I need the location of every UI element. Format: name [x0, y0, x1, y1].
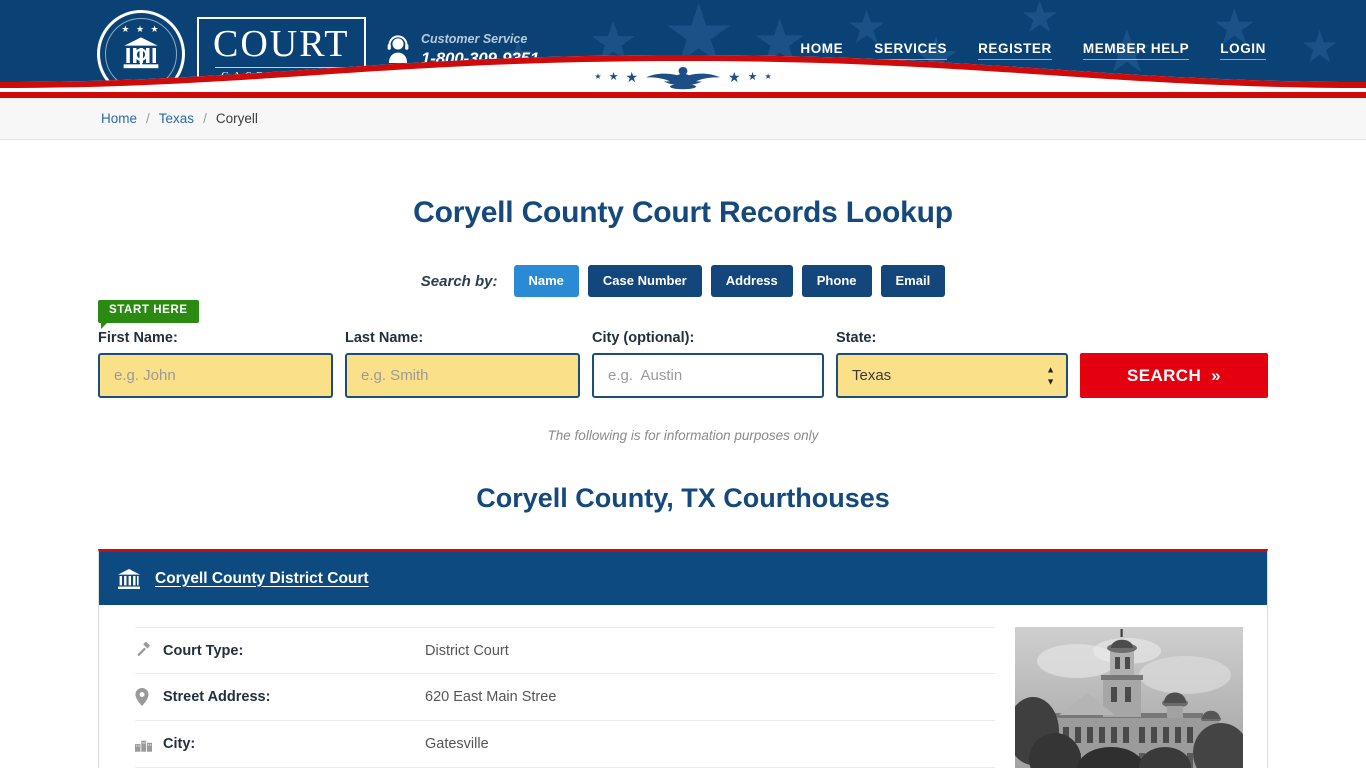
nav-services[interactable]: SERVICES: [874, 41, 948, 60]
breadcrumb-state[interactable]: Texas: [159, 111, 194, 126]
gavel-icon: [135, 642, 163, 659]
breadcrumb-home[interactable]: Home: [101, 111, 137, 126]
court-detail-list: Court Type: District Court Street Addres…: [99, 627, 1015, 768]
first-name-input[interactable]: [98, 353, 333, 398]
court-card-header: Coryell County District Court: [99, 552, 1267, 605]
disclaimer-text: The following is for information purpose…: [547, 428, 819, 443]
courthouse-glyph-icon: [123, 37, 159, 69]
breadcrumb-separator-1: /: [146, 111, 150, 126]
city-label: City (optional):: [592, 330, 695, 346]
breadcrumb: Home / Texas / Coryell: [101, 111, 258, 126]
tab-phone[interactable]: Phone: [801, 265, 872, 297]
chevron-updown-icon: ▲ ▼: [1046, 364, 1055, 386]
main-content: Coryell County Court Records Lookup Sear…: [0, 196, 1366, 768]
page-title: Coryell County Court Records Lookup: [413, 196, 953, 229]
courthouse-seal-icon: ★ ★ ★: [97, 10, 185, 92]
nav-login[interactable]: LOGIN: [1220, 41, 1266, 60]
last-name-field-group: Last Name:: [345, 330, 580, 398]
court-photo-column: [1015, 627, 1267, 768]
eagle-icon: [646, 67, 720, 90]
court-card-title-link[interactable]: Coryell County District Court: [155, 570, 369, 588]
section-title: Coryell County, TX Courthouses: [476, 483, 890, 513]
courthouse-photo: [1015, 627, 1243, 768]
customer-service-block: Customer Service 1-800-309-9351: [385, 32, 539, 69]
search-button-label: SEARCH: [1126, 365, 1202, 385]
street-address-value: 620 East Main Stree: [425, 689, 557, 705]
bank-courthouse-icon: [118, 568, 140, 589]
logo-wordmark: COURT CASE FINDER: [197, 17, 366, 91]
double-chevron-right-icon: »: [1211, 365, 1222, 385]
nav-member-help[interactable]: MEMBER HELP: [1082, 41, 1190, 60]
breadcrumb-separator-2: /: [203, 111, 207, 126]
tab-case-number[interactable]: Case Number: [587, 265, 702, 297]
search-by-tabs: Search by: Name Case Number Address Phon…: [98, 265, 1268, 297]
last-name-input[interactable]: [345, 353, 580, 398]
court-type-value: District Court: [425, 642, 509, 659]
table-row: Street Address: 620 East Main Stree: [135, 674, 995, 721]
breadcrumb-bar: Home / Texas / Coryell: [0, 98, 1366, 140]
first-name-field-group: First Name:: [98, 330, 333, 398]
headset-agent-icon: [387, 35, 409, 64]
court-type-label: Court Type:: [163, 642, 244, 659]
courthouse-photo-graphic: [1015, 627, 1243, 768]
logo-brand-line2: CASE FINDER: [221, 70, 342, 82]
last-name-label: Last Name:: [345, 330, 424, 346]
nav-register[interactable]: REGISTER: [978, 41, 1052, 60]
table-row: City: Gatesville: [135, 721, 995, 768]
state-select-value: Texas: [852, 367, 892, 384]
state-select[interactable]: Texas ▲ ▼: [836, 353, 1068, 398]
logo-rule: [215, 67, 348, 68]
site-header: ★ ★ ★ ★ ★ ★ ★ ★ ★ ★ ★ ★ ★ COURT CASE FIN…: [0, 0, 1366, 92]
customer-service-label: Customer Service: [421, 32, 528, 46]
customer-service-phone[interactable]: 1-800-309-9351: [421, 48, 539, 69]
seal-stars: ★ ★ ★: [121, 24, 161, 34]
breadcrumb-current: Coryell: [215, 111, 258, 126]
city-icon: [135, 737, 163, 752]
city-input[interactable]: [592, 353, 824, 398]
city-field-group: City (optional):: [592, 330, 824, 398]
site-logo[interactable]: ★ ★ ★ COURT CASE FINDER: [97, 10, 366, 92]
first-name-label: First Name:: [98, 330, 178, 346]
tab-address[interactable]: Address: [710, 265, 793, 297]
court-card-body: Court Type: District Court Street Addres…: [99, 605, 1267, 768]
nav-home[interactable]: HOME: [800, 41, 844, 60]
city-value-row: Gatesville: [425, 736, 489, 752]
start-here-badge: START HERE: [98, 300, 199, 328]
map-pin-icon: [135, 688, 163, 706]
city-label-row: City:: [163, 736, 196, 752]
tab-name[interactable]: Name: [513, 265, 579, 297]
main-navigation: HOME SERVICES REGISTER MEMBER HELP LOGIN: [800, 41, 1266, 60]
search-button[interactable]: SEARCH »: [1080, 353, 1268, 398]
state-field-group: State: Texas ▲ ▼: [836, 330, 1068, 398]
state-label: State:: [836, 330, 877, 346]
table-row: Court Type: District Court: [135, 627, 995, 674]
court-card: Coryell County District Court Court Type…: [98, 549, 1268, 768]
search-form: START HERE First Name: Last Name: City (…: [98, 300, 1268, 398]
street-address-label: Street Address:: [163, 689, 271, 705]
search-by-label: Search by:: [420, 272, 498, 290]
tab-email[interactable]: Email: [880, 265, 946, 297]
logo-brand-line1: COURT: [213, 23, 350, 65]
